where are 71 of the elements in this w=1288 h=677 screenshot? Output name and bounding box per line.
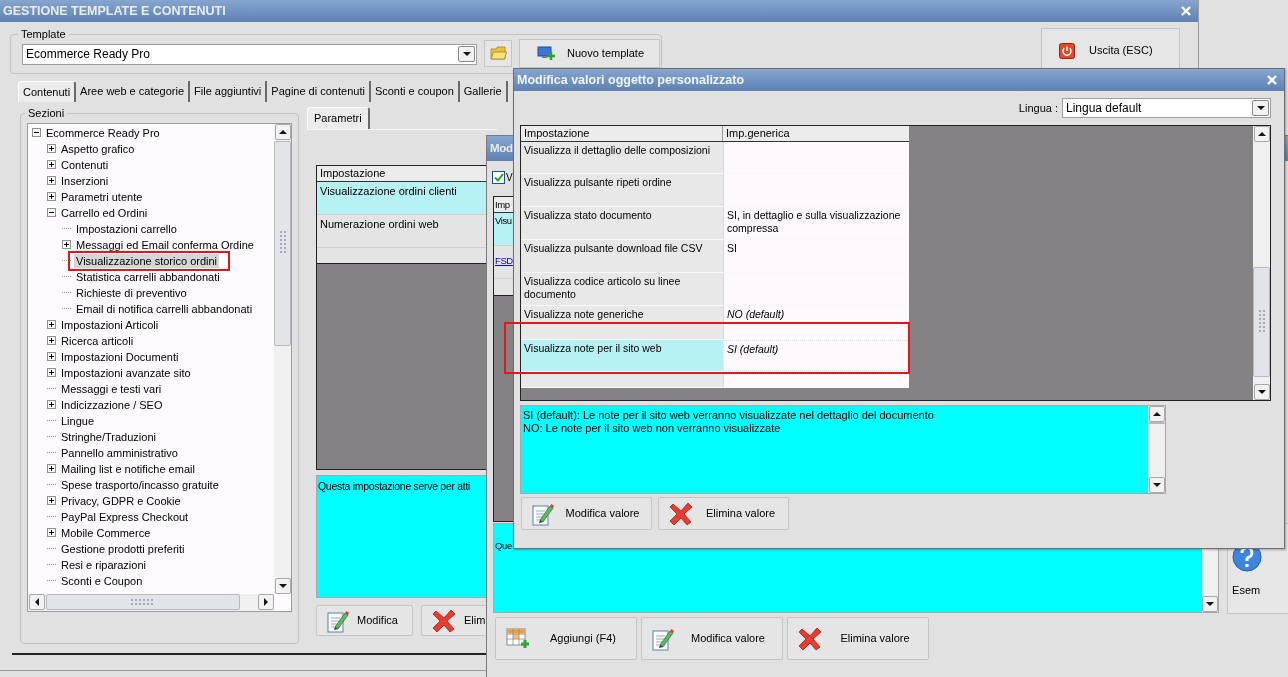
tree-item[interactable]: Impostazioni Documenti	[59, 349, 181, 364]
tree-item[interactable]: Indicizzazione / SEO	[59, 397, 165, 412]
tree-item[interactable]: Sconti e Coupon	[59, 573, 145, 588]
description-text: SI (default): Le note per il sito web verranno visualizzate nel dettaglio del documento	[523, 409, 935, 422]
link-cell[interactable]: FSD	[494, 246, 514, 279]
table-cell[interactable]: Visualizza note per il sito web	[521, 340, 723, 371]
tree-item[interactable]: Spese trasporto/incasso gratuite	[59, 477, 221, 492]
tree-item[interactable]: Contenuti	[59, 157, 111, 172]
tree-item[interactable]: Impostazioni carrello	[74, 221, 179, 236]
table-cell[interactable]: Visualizza codice articolo su linee documento	[521, 273, 723, 305]
tree-item[interactable]: Email di notifica carrelli abbandonati	[74, 301, 255, 316]
table-cell[interactable]: Visualizza note generiche	[521, 306, 723, 322]
window-title: Mod	[490, 140, 513, 156]
dropdown[interactable]: Lingua default	[1062, 98, 1271, 118]
tree-item[interactable]: Stringhe/Traduzioni	[59, 429, 158, 444]
tree-item[interactable]: Impostazioni Articoli	[59, 317, 161, 332]
tree-item[interactable]: Aspetto grafico	[59, 141, 137, 156]
tree-item[interactable]: Messaggi ed Email conferma Ordine	[74, 237, 256, 252]
table-cell[interactable]: Visualizza pulsante download file CSV	[521, 240, 723, 272]
tree-item[interactable]: Richieste di preventivo	[74, 285, 189, 300]
description-text: NO: Le note per il sito web non verranno visualizzate	[523, 422, 782, 435]
table-cell[interactable]: SI	[723, 240, 909, 272]
table-cell[interactable]: Visu	[494, 213, 514, 246]
checkbox-label: V	[506, 171, 513, 185]
table-cell[interactable]: SI (default)	[723, 340, 909, 371]
tab[interactable]: Contenuti	[18, 81, 77, 102]
tree-item[interactable]: Carrello ed Ordini	[59, 205, 150, 220]
tree-item[interactable]: Visualizzazione storico ordini	[74, 253, 220, 268]
tree-item[interactable]: Parametri utente	[59, 189, 145, 204]
column-header: Imp	[494, 197, 514, 213]
tree-item[interactable]: Ricerca articoli	[59, 333, 136, 348]
column-header: Imp.generica	[725, 126, 791, 141]
delete-button[interactable]: Elimina valore	[787, 617, 929, 660]
field-label: Lingua :	[1018, 100, 1058, 116]
tree-item[interactable]: Pannello amministrativo	[59, 445, 180, 460]
tab[interactable]: Parametri	[307, 107, 370, 129]
tree-item[interactable]: Mailing list e notifiche email	[59, 461, 197, 476]
tree-item[interactable]: Mobile Commerce	[59, 525, 153, 540]
edit-button[interactable]: Modifica	[316, 605, 413, 636]
description-text: Que	[495, 540, 513, 551]
tree-item[interactable]: Lingue	[59, 413, 97, 428]
tree-item[interactable]: PayPal Express Checkout	[59, 509, 191, 524]
new-template-button[interactable]: Nuovo template	[519, 38, 660, 68]
window-title: Modifica valori oggetto personalizzato	[517, 71, 745, 89]
tab[interactable]: Aree web e categorie	[76, 81, 191, 102]
tab[interactable]: File aggiuntivi	[190, 81, 268, 102]
tree-item[interactable]: Inserzioni	[59, 173, 111, 188]
tree-item[interactable]: Privacy, GDPR e Cookie	[59, 493, 183, 508]
tree-item[interactable]: Messaggi e testi vari	[59, 381, 164, 396]
table-cell[interactable]: Visualizza stato documento	[521, 207, 723, 239]
tab[interactable]: Pagine di contenuti	[267, 81, 371, 102]
column-header: Impostazione	[521, 126, 723, 141]
group-label: Template	[20, 27, 67, 42]
tab[interactable]: Gallerie	[459, 81, 508, 102]
dropdown[interactable]: Ecommerce Ready Pro	[22, 43, 477, 65]
tree-item[interactable]: Resi e riparazioni	[59, 557, 148, 572]
tree-item[interactable]: Ecommerce Ready Pro	[44, 125, 162, 140]
table-cell[interactable]: Visualizza il dettaglio delle composizioni	[521, 142, 723, 173]
window-title: GESTIONE TEMPLATE E CONTENUTI	[3, 2, 226, 20]
add-button[interactable]: Aggiungi (F4)	[495, 617, 637, 660]
tree-item[interactable]: Impostazioni avanzate sito	[59, 365, 193, 380]
edit-button[interactable]: Modifica valore	[521, 497, 652, 530]
group-label: Sezioni	[27, 106, 66, 121]
table-cell[interactable]: SI, in dettaglio e sulla visualizzazione compressa	[723, 207, 909, 239]
delete-button[interactable]: Elimina valore	[658, 497, 789, 530]
table-cell[interactable]: NO (default)	[723, 306, 909, 322]
edit-button[interactable]: Modifica valore	[641, 617, 783, 660]
table-cell[interactable]: Visualizza pulsante ripeti ordine	[521, 174, 723, 206]
tree-item[interactable]: Statistica carrelli abbandonati	[74, 269, 222, 284]
tab[interactable]: Sconti e coupon	[370, 81, 460, 102]
tree-item[interactable]: Gestione prodotti preferiti	[59, 541, 187, 556]
